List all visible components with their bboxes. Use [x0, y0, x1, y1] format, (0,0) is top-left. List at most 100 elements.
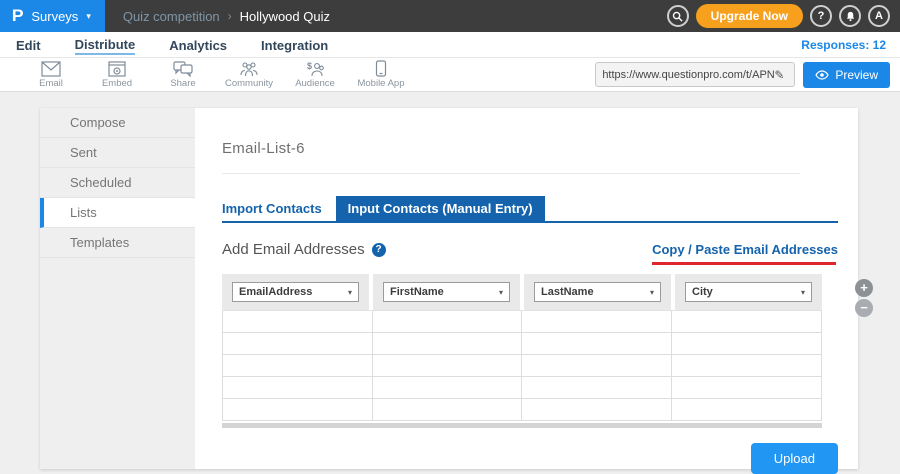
surveys-menu[interactable]: P Surveys ▾	[0, 0, 105, 32]
breadcrumb: Quiz competition › Hollywood Quiz	[123, 9, 330, 24]
help-icon[interactable]: ?	[372, 243, 386, 257]
preview-label: Preview	[835, 68, 878, 82]
tab-edit[interactable]: Edit	[16, 35, 41, 54]
row-controls: + −	[855, 279, 873, 317]
bell-icon	[845, 11, 856, 22]
account-avatar[interactable]: A	[868, 5, 890, 27]
cell-email[interactable]	[223, 311, 373, 333]
table-row	[223, 311, 821, 333]
header-cell: FirstName ▾	[373, 274, 520, 310]
cell-lastname[interactable]	[522, 399, 672, 421]
table-row	[223, 355, 821, 377]
annotation-red-underline	[652, 262, 836, 265]
survey-nav: Edit Distribute Analytics Integration Re…	[0, 32, 900, 57]
tool-label: Mobile App	[357, 78, 404, 89]
dropdown-arrow-icon: ▾	[348, 288, 352, 297]
tool-label: Community	[225, 78, 273, 89]
embed-icon	[108, 61, 126, 77]
add-row-button[interactable]: +	[855, 279, 873, 297]
horizontal-scrollbar[interactable]	[222, 423, 822, 428]
notifications-button[interactable]	[839, 5, 861, 27]
tab-analytics[interactable]: Analytics	[169, 35, 227, 54]
cell-email[interactable]	[223, 377, 373, 399]
cell-city[interactable]	[672, 377, 822, 399]
tab-input-contacts-manual[interactable]: Input Contacts (Manual Entry)	[336, 196, 545, 221]
survey-url-input[interactable]	[602, 69, 774, 81]
cell-firstname[interactable]	[373, 311, 523, 333]
select-value: EmailAddress	[239, 286, 312, 298]
dropdown-arrow-icon: ▾	[499, 288, 503, 297]
top-bar: P Surveys ▾ Quiz competition › Hollywood…	[0, 0, 900, 32]
upload-row: Upload	[222, 443, 838, 474]
tool-community[interactable]: Community	[216, 61, 282, 89]
responses-count[interactable]: Responses: 12	[801, 38, 886, 52]
tool-email[interactable]: Email	[18, 61, 84, 89]
sidebar-item-compose[interactable]: Compose	[40, 108, 195, 138]
list-title: Email-List-6	[222, 140, 858, 157]
share-icon	[173, 61, 193, 77]
header-cell: City ▾	[675, 274, 822, 310]
contacts-table-body	[222, 310, 822, 421]
community-icon	[239, 61, 259, 77]
copy-paste-emails-link[interactable]: Copy / Paste Email Addresses	[652, 242, 838, 257]
cell-email[interactable]	[223, 399, 373, 421]
remove-row-button[interactable]: −	[855, 299, 873, 317]
tab-distribute[interactable]: Distribute	[75, 34, 136, 55]
email-lists-panel: Compose Sent Scheduled Lists Templates E…	[40, 108, 858, 469]
help-button[interactable]: ?	[810, 5, 832, 27]
tab-import-contacts[interactable]: Import Contacts	[222, 196, 336, 221]
tool-audience[interactable]: $ Audience	[282, 61, 348, 89]
cell-email[interactable]	[223, 333, 373, 355]
cell-lastname[interactable]	[522, 355, 672, 377]
tool-embed[interactable]: Embed	[84, 61, 150, 89]
cell-lastname[interactable]	[522, 333, 672, 355]
cell-lastname[interactable]	[522, 377, 672, 399]
table-row	[223, 333, 821, 355]
cell-city[interactable]	[672, 311, 822, 333]
column-select-emailaddress[interactable]: EmailAddress ▾	[232, 282, 359, 302]
distribute-toolbar: Email Embed Share Community $ Audience M…	[0, 57, 900, 92]
contacts-table-header: EmailAddress ▾ FirstName ▾ LastName ▾	[222, 274, 822, 310]
cell-city[interactable]	[672, 399, 822, 421]
search-button[interactable]	[667, 5, 689, 27]
header-cell: LastName ▾	[524, 274, 671, 310]
tool-mobile-app[interactable]: Mobile App	[348, 60, 414, 89]
sidebar-item-lists[interactable]: Lists	[40, 198, 195, 228]
sidebar-item-templates[interactable]: Templates	[40, 228, 195, 258]
contacts-table-zone: EmailAddress ▾ FirstName ▾ LastName ▾	[222, 274, 858, 428]
column-select-city[interactable]: City ▾	[685, 282, 812, 302]
upgrade-now-button[interactable]: Upgrade Now	[696, 4, 803, 28]
cell-lastname[interactable]	[522, 311, 672, 333]
mobile-app-icon	[375, 60, 387, 77]
title-divider	[222, 173, 800, 174]
preview-button[interactable]: Preview	[803, 62, 890, 88]
column-select-lastname[interactable]: LastName ▾	[534, 282, 661, 302]
dropdown-arrow-icon: ▾	[650, 288, 654, 297]
chevron-down-icon: ▾	[86, 11, 91, 22]
column-select-firstname[interactable]: FirstName ▾	[383, 282, 510, 302]
edit-url-pencil-icon[interactable]: ✎	[774, 68, 784, 82]
tab-integration[interactable]: Integration	[261, 35, 328, 54]
svg-text:$: $	[307, 61, 312, 71]
cell-firstname[interactable]	[373, 399, 523, 421]
table-row	[223, 377, 821, 399]
question-mark-icon: ?	[818, 10, 825, 22]
topbar-actions: Upgrade Now ? A	[667, 0, 890, 32]
cell-city[interactable]	[672, 355, 822, 377]
tool-label: Audience	[295, 78, 335, 89]
questionpro-logo-icon: P	[12, 6, 24, 26]
cell-firstname[interactable]	[373, 333, 523, 355]
cell-email[interactable]	[223, 355, 373, 377]
cell-city[interactable]	[672, 333, 822, 355]
breadcrumb-current: Hollywood Quiz	[240, 9, 330, 24]
breadcrumb-parent[interactable]: Quiz competition	[123, 9, 220, 24]
upload-button[interactable]: Upload	[751, 443, 838, 474]
cell-firstname[interactable]	[373, 377, 523, 399]
table-row	[223, 399, 821, 421]
cell-firstname[interactable]	[373, 355, 523, 377]
select-value: LastName	[541, 286, 594, 298]
avatar-initial: A	[875, 10, 883, 22]
sidebar-item-scheduled[interactable]: Scheduled	[40, 168, 195, 198]
sidebar-item-sent[interactable]: Sent	[40, 138, 195, 168]
tool-share[interactable]: Share	[150, 61, 216, 89]
